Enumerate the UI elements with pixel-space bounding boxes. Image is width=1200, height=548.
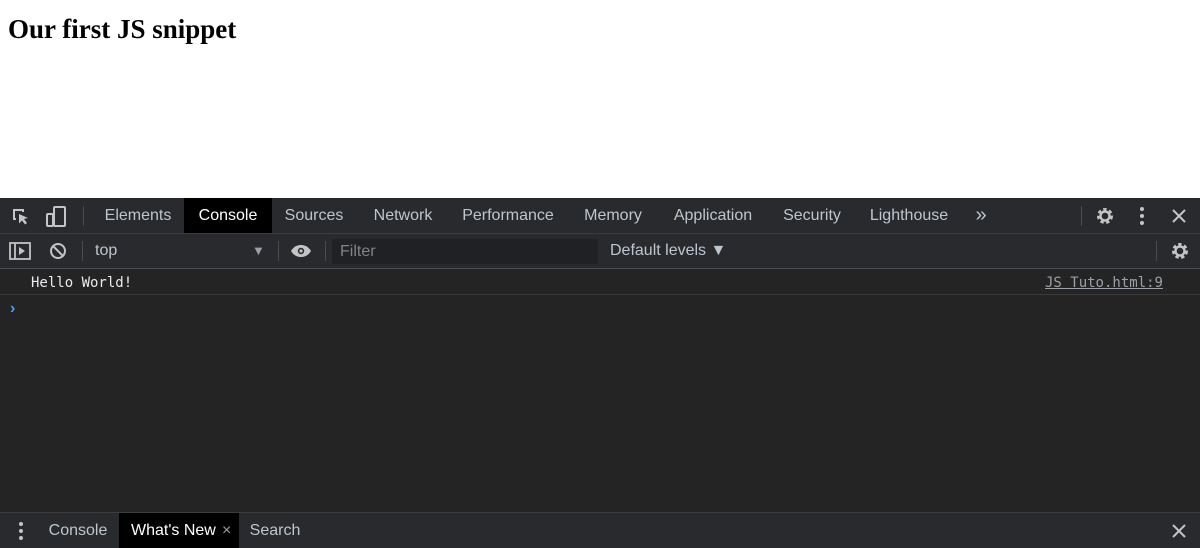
settings-gear-icon[interactable] — [1094, 205, 1116, 227]
devtools-tabbar: Elements Console Sources Network Perform… — [0, 198, 1200, 234]
clear-console-icon[interactable] — [48, 241, 68, 261]
console-message-text: Hello World! — [31, 275, 133, 291]
drawer-tab-whats-new-label: What's New — [131, 522, 216, 539]
log-levels-dropdown[interactable]: Default levels ▼ — [610, 234, 726, 268]
javascript-context-select[interactable]: top ▼ — [86, 234, 274, 268]
drawer-tab-search[interactable]: Search — [240, 513, 310, 548]
console-output[interactable]: Hello World! JS Tuto.html:9 › — [0, 269, 1200, 512]
console-settings-gear-icon[interactable] — [1169, 240, 1191, 262]
tabbar-divider — [83, 206, 84, 226]
devtools-drawer-tabbar: Console What's New × Search — [0, 512, 1200, 548]
close-drawer-icon[interactable] — [1168, 520, 1190, 542]
show-sidebar-icon[interactable] — [9, 241, 31, 261]
inspect-element-icon[interactable] — [10, 206, 32, 228]
drawer-tab-whats-new[interactable]: What's New × — [119, 513, 239, 548]
filter-input[interactable] — [332, 239, 598, 264]
toolbar-divider — [82, 241, 83, 261]
toolbar-divider-3 — [325, 241, 326, 261]
tab-memory[interactable]: Memory — [570, 198, 656, 233]
tab-security[interactable]: Security — [770, 198, 854, 233]
page-heading: Our first JS snippet — [8, 14, 237, 44]
toolbar-divider-4 — [1156, 241, 1157, 261]
tab-lighthouse[interactable]: Lighthouse — [858, 198, 960, 233]
tabbar-divider-right — [1081, 206, 1082, 226]
tab-network[interactable]: Network — [358, 198, 448, 233]
toolbar-divider-2 — [278, 241, 279, 261]
tab-application[interactable]: Application — [660, 198, 766, 233]
tab-console[interactable]: Console — [184, 198, 272, 233]
console-toolbar: top ▼ Default levels ▼ — [0, 234, 1200, 269]
context-value: top — [95, 242, 118, 259]
more-tabs-button[interactable]: » — [966, 198, 996, 233]
drawer-tab-close-icon[interactable]: × — [222, 513, 231, 548]
close-devtools-icon[interactable] — [1168, 205, 1190, 227]
dropdown-arrow-icon: ▼ — [252, 243, 265, 258]
console-prompt-chevron-icon[interactable]: › — [10, 300, 15, 318]
tab-elements[interactable]: Elements — [92, 198, 184, 233]
device-toolbar-icon[interactable] — [44, 206, 68, 228]
drawer-menu-icon[interactable] — [12, 521, 30, 541]
tab-performance[interactable]: Performance — [450, 198, 566, 233]
drawer-tab-console[interactable]: Console — [38, 513, 118, 548]
tab-sources[interactable]: Sources — [272, 198, 356, 233]
web-page: Our first JS snippet — [0, 0, 1200, 198]
devtools-panel: Elements Console Sources Network Perform… — [0, 198, 1200, 548]
live-expression-eye-icon[interactable] — [289, 241, 313, 261]
console-message-row: Hello World! JS Tuto.html:9 — [0, 269, 1200, 295]
console-message-source-link[interactable]: JS Tuto.html:9 — [1045, 269, 1163, 297]
kebab-menu-icon[interactable] — [1132, 205, 1152, 227]
